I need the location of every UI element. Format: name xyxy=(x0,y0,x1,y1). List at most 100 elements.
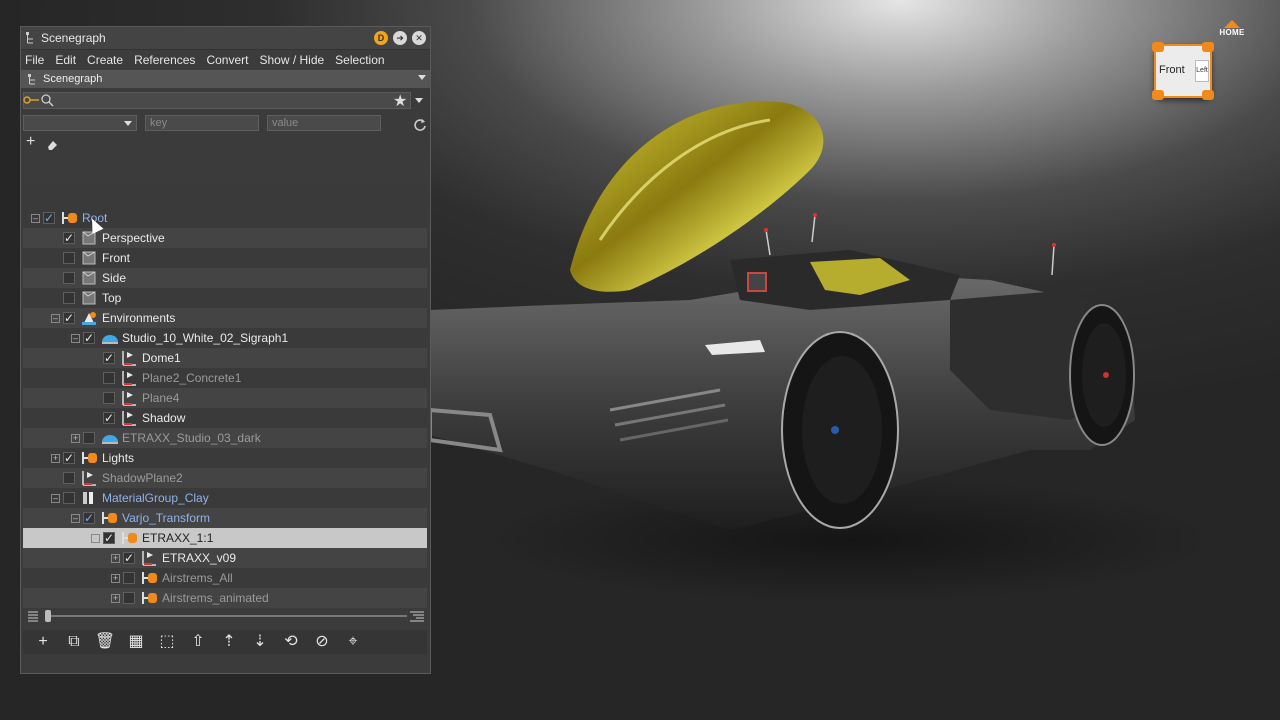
collapse-icon[interactable]: – xyxy=(51,494,60,503)
visibility-checkbox[interactable] xyxy=(63,252,75,264)
navcube-front-label[interactable]: Front xyxy=(1159,64,1185,76)
pin-node-icon[interactable]: ⌖ xyxy=(342,632,364,652)
tree-row[interactable]: ✓ Perspective xyxy=(23,228,427,248)
key-field[interactable]: key xyxy=(145,115,259,131)
zoom-slider-track[interactable] xyxy=(47,615,407,617)
home-view-button[interactable]: HOME xyxy=(1212,20,1252,42)
visibility-checkbox[interactable]: ✓ xyxy=(103,412,115,424)
menu-create[interactable]: Create xyxy=(87,53,123,67)
visibility-checkbox[interactable]: ✓ xyxy=(103,352,115,364)
navcube-side-label[interactable]: Left xyxy=(1195,60,1209,82)
tree-row[interactable]: – ✓ Root xyxy=(23,208,427,228)
menu-selection[interactable]: Selection xyxy=(335,53,384,67)
visibility-checkbox[interactable] xyxy=(123,572,135,584)
sort-up-icon[interactable]: ⇡ xyxy=(218,632,240,652)
select-grid-icon[interactable]: ▦ xyxy=(125,632,147,652)
list-detail-icon[interactable] xyxy=(409,610,425,622)
menu-edit[interactable]: Edit xyxy=(55,53,76,67)
visibility-checkbox[interactable] xyxy=(123,592,135,604)
visibility-checkbox[interactable]: ✓ xyxy=(63,452,75,464)
navcube-corner[interactable] xyxy=(1152,90,1164,100)
expand-icon[interactable]: + xyxy=(51,454,60,463)
panel-titlebar[interactable]: Scenegraph D ➜ ✕ xyxy=(21,27,430,50)
expand-icon[interactable]: + xyxy=(111,574,120,583)
tree-row[interactable]: + Airstrems_animated xyxy=(23,588,427,608)
tree-row[interactable]: Front xyxy=(23,248,427,268)
add-node-icon[interactable]: + xyxy=(32,632,54,652)
refresh-icon[interactable] xyxy=(413,118,427,132)
visibility-checkbox[interactable]: ✓ xyxy=(83,512,95,524)
visibility-checkbox[interactable]: ✓ xyxy=(123,552,135,564)
tree-row[interactable]: – ✓ Environments xyxy=(23,308,427,328)
expand-icon[interactable]: + xyxy=(111,594,120,603)
move-up-icon[interactable]: ⇧ xyxy=(187,632,209,652)
expand-icon[interactable]: + xyxy=(71,434,80,443)
add-filter-icon[interactable]: + xyxy=(26,133,35,151)
menu-show-hide[interactable]: Show / Hide xyxy=(259,53,324,67)
collapse-icon[interactable]: – xyxy=(51,314,60,323)
chevron-down-icon[interactable] xyxy=(124,121,132,126)
navcube-corner[interactable] xyxy=(1202,42,1214,52)
chevron-down-icon[interactable] xyxy=(418,75,426,80)
menu-references[interactable]: References xyxy=(134,53,195,67)
visibility-checkbox[interactable]: ✓ xyxy=(63,312,75,324)
navcube-corner[interactable] xyxy=(1152,42,1164,52)
value-field[interactable]: value xyxy=(267,115,381,131)
tree-row[interactable]: Top xyxy=(23,288,427,308)
visibility-checkbox[interactable]: ✓ xyxy=(63,232,75,244)
group-icon[interactable]: ⧉ xyxy=(63,632,85,652)
tree-row[interactable]: Plane4 xyxy=(23,388,427,408)
collapse-icon[interactable]: – xyxy=(71,334,80,343)
docking-badge-button[interactable]: D xyxy=(374,31,388,45)
visibility-checkbox[interactable] xyxy=(103,392,115,404)
camera-icon xyxy=(81,250,97,266)
tree-row[interactable]: + ETRAXX_Studio_03_dark xyxy=(23,428,427,448)
visibility-checkbox[interactable] xyxy=(103,372,115,384)
tree-row[interactable]: ✓ Shadow xyxy=(23,408,427,428)
tree-row[interactable]: Side xyxy=(23,268,427,288)
collapse-icon[interactable]: – xyxy=(71,514,80,523)
collapse-icon[interactable]: – xyxy=(91,534,100,543)
tree-row[interactable]: – MaterialGroup_Clay xyxy=(23,488,427,508)
expand-icon[interactable]: + xyxy=(111,554,120,563)
zoom-slider-handle[interactable] xyxy=(45,610,51,622)
menu-file[interactable]: File xyxy=(25,53,44,67)
undock-arrow-icon[interactable]: ➜ xyxy=(393,31,407,45)
filter-type-select[interactable] xyxy=(23,115,137,131)
chevron-down-icon[interactable] xyxy=(415,98,423,103)
tree-row[interactable]: – ✓ ETRAXX_1:1 xyxy=(23,528,427,548)
close-icon[interactable]: ✕ xyxy=(412,31,426,45)
breadcrumb[interactable]: Scenegraph xyxy=(21,70,430,88)
delete-icon[interactable]: 🗑 xyxy=(94,632,116,652)
visibility-checkbox[interactable] xyxy=(63,272,75,284)
visibility-checkbox[interactable] xyxy=(63,492,75,504)
tree-row[interactable]: + ✓ ETRAXX_v09 xyxy=(23,548,427,568)
car-render[interactable] xyxy=(430,90,1150,550)
navcube-corner[interactable] xyxy=(1202,90,1214,100)
visibility-checkbox[interactable]: ✓ xyxy=(103,532,115,544)
menu-convert[interactable]: Convert xyxy=(206,53,248,67)
hide-icon[interactable]: ⊘ xyxy=(311,632,333,652)
sort-down-icon[interactable]: ⇣ xyxy=(249,632,271,652)
visibility-checkbox[interactable]: ✓ xyxy=(83,332,95,344)
tree-row[interactable]: ShadowPlane2 xyxy=(23,468,427,488)
visibility-checkbox[interactable] xyxy=(63,292,75,304)
tree-row[interactable]: Plane2_Concrete1 xyxy=(23,368,427,388)
visibility-checkbox[interactable]: ✓ xyxy=(43,212,55,224)
visibility-checkbox[interactable] xyxy=(83,432,95,444)
list-icon[interactable] xyxy=(27,610,39,622)
favorite-star-icon[interactable]: ★ xyxy=(393,91,407,111)
convert-icon[interactable]: ⟲ xyxy=(280,632,302,652)
filter-key-icon[interactable] xyxy=(23,94,43,106)
view-navigation-cube[interactable]: Front Left xyxy=(1152,42,1214,100)
visibility-checkbox[interactable] xyxy=(63,472,75,484)
tree-row[interactable]: ✓ Dome1 xyxy=(23,348,427,368)
eraser-icon[interactable] xyxy=(46,139,58,151)
select-region-icon[interactable]: ⬚ xyxy=(156,632,178,652)
tree-row[interactable]: + Airstrems_All xyxy=(23,568,427,588)
tree-row[interactable]: + ✓ Lights xyxy=(23,448,427,468)
tree-row[interactable]: – ✓ Varjo_Transform xyxy=(23,508,427,528)
collapse-icon[interactable]: – xyxy=(31,214,40,223)
tree-row[interactable]: – ✓ Studio_10_White_02_Sigraph1 xyxy=(23,328,427,348)
search-input[interactable] xyxy=(23,92,411,109)
